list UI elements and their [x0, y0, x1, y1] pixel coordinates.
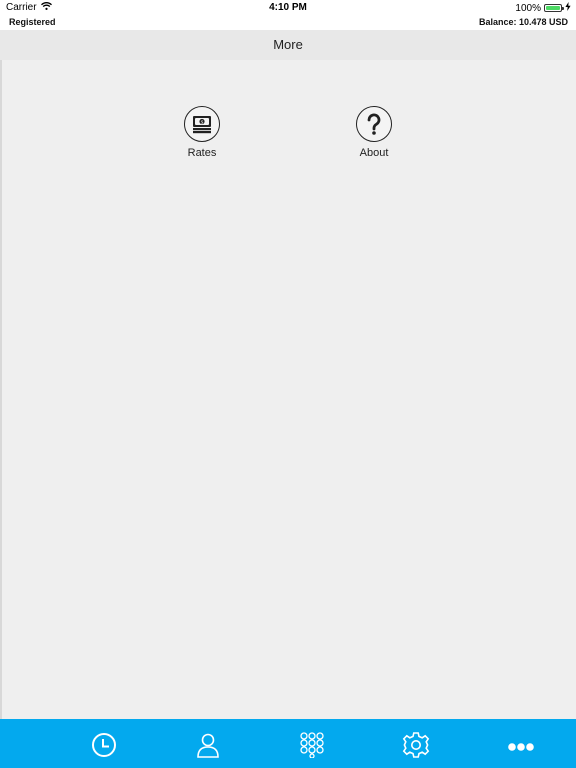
battery-icon	[544, 4, 564, 12]
status-bar: Carrier 4:10 PM 100%	[0, 0, 576, 16]
svg-text:$: $	[201, 119, 204, 125]
tab-settings[interactable]	[401, 732, 431, 758]
tab-dialpad[interactable]	[297, 732, 327, 759]
user-icon	[193, 733, 223, 762]
gear-icon	[401, 732, 431, 762]
question-mark-icon	[356, 106, 392, 142]
menu-item-label: Rates	[187, 147, 217, 159]
tab-more[interactable]	[506, 732, 536, 758]
battery-percent: 100%	[515, 2, 541, 14]
status-right: 100%	[515, 2, 571, 14]
bottom-tab-bar	[0, 719, 576, 768]
menu-item-rates[interactable]: $ Rates	[167, 106, 237, 159]
dialpad-icon	[297, 732, 327, 762]
menu-item-about[interactable]: About	[339, 106, 409, 159]
clock-icon	[89, 733, 119, 762]
page-title: More	[0, 30, 576, 60]
account-info-strip: Registered Balance: 10.478 USD	[0, 16, 576, 30]
menu-item-label: About	[359, 147, 389, 159]
money-stack-icon: $	[184, 106, 220, 142]
charging-bolt-icon	[565, 2, 571, 14]
left-edge-divider	[0, 60, 2, 719]
more-dots-icon	[506, 743, 536, 762]
tab-contacts[interactable]	[193, 732, 223, 758]
status-time: 4:10 PM	[269, 2, 307, 13]
registration-status: Registered	[9, 17, 56, 27]
app-screen: Carrier 4:10 PM 100% Registered Balance:…	[0, 0, 576, 768]
balance-label: Balance: 10.478 USD	[478, 17, 568, 27]
tab-history[interactable]	[89, 732, 119, 758]
